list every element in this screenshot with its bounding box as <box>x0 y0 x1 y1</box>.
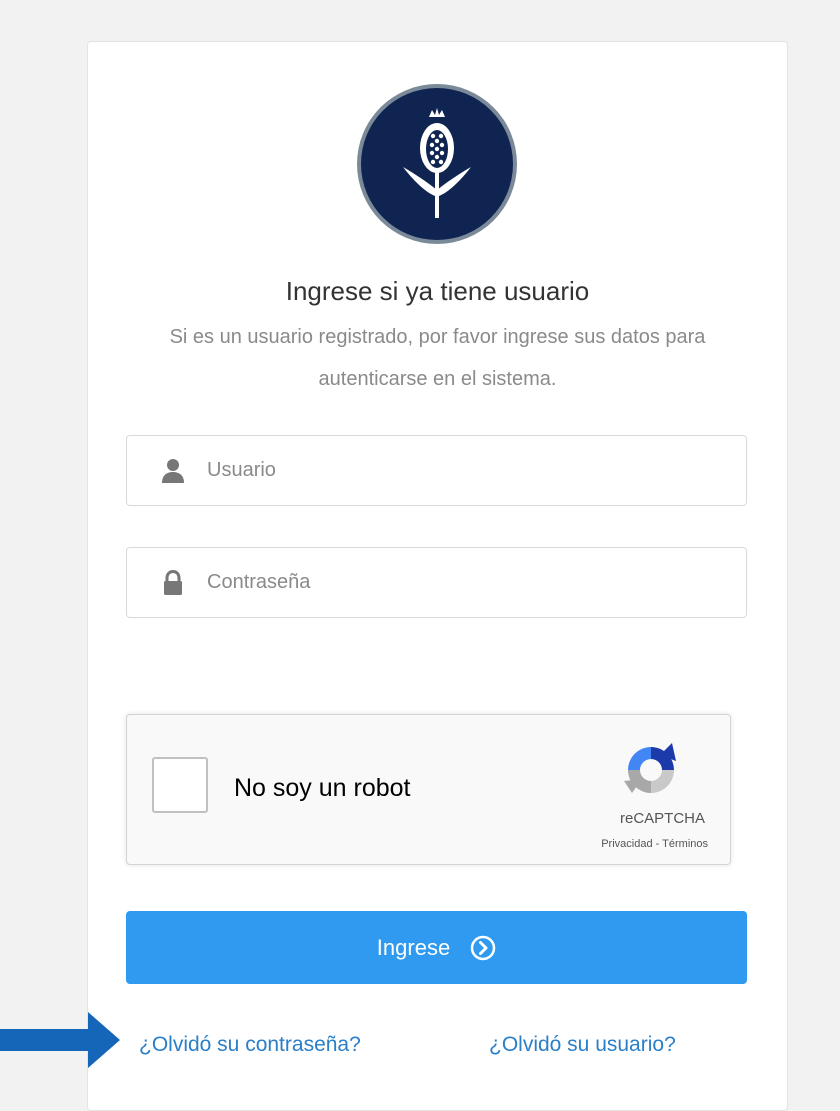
recaptcha-icon <box>624 743 676 793</box>
recaptcha-brand: reCAPTCHA <box>619 810 705 827</box>
recaptcha-link-separator: - <box>652 838 663 850</box>
password-field[interactable] <box>126 547 747 618</box>
login-button[interactable]: Ingrese <box>126 911 747 984</box>
username-input[interactable] <box>207 436 727 505</box>
page-title: Ingrese si ya tiene usuario <box>285 276 590 306</box>
username-field[interactable] <box>126 435 747 506</box>
chevron-circle-right-icon <box>470 935 496 960</box>
recaptcha-label: No soy un robot <box>234 774 411 802</box>
forgot-password-link[interactable]: ¿Olvidó su contraseña? <box>139 1032 361 1058</box>
recaptcha-checkbox[interactable] <box>152 757 208 813</box>
login-button-label: Ingrese <box>376 934 451 960</box>
organization-logo <box>357 84 517 244</box>
recaptcha-widget: No soy un robot reCAPTCHA Privacidad - T… <box>126 714 731 865</box>
pomegranate-flower-logo-icon <box>403 108 471 218</box>
recaptcha-privacy-link[interactable]: Privacidad <box>601 838 652 850</box>
recaptcha-links: Privacidad - Términos <box>527 838 708 850</box>
lock-icon <box>164 570 182 595</box>
arrow-right-icon <box>0 1012 120 1068</box>
page-subtitle: Si es un usuario registrado, por favor i… <box>169 326 706 390</box>
recaptcha-terms-link[interactable]: Términos <box>662 838 708 850</box>
password-input[interactable] <box>207 548 727 617</box>
user-icon <box>162 459 184 483</box>
forgot-username-link[interactable]: ¿Olvidó su usuario? <box>489 1032 676 1058</box>
